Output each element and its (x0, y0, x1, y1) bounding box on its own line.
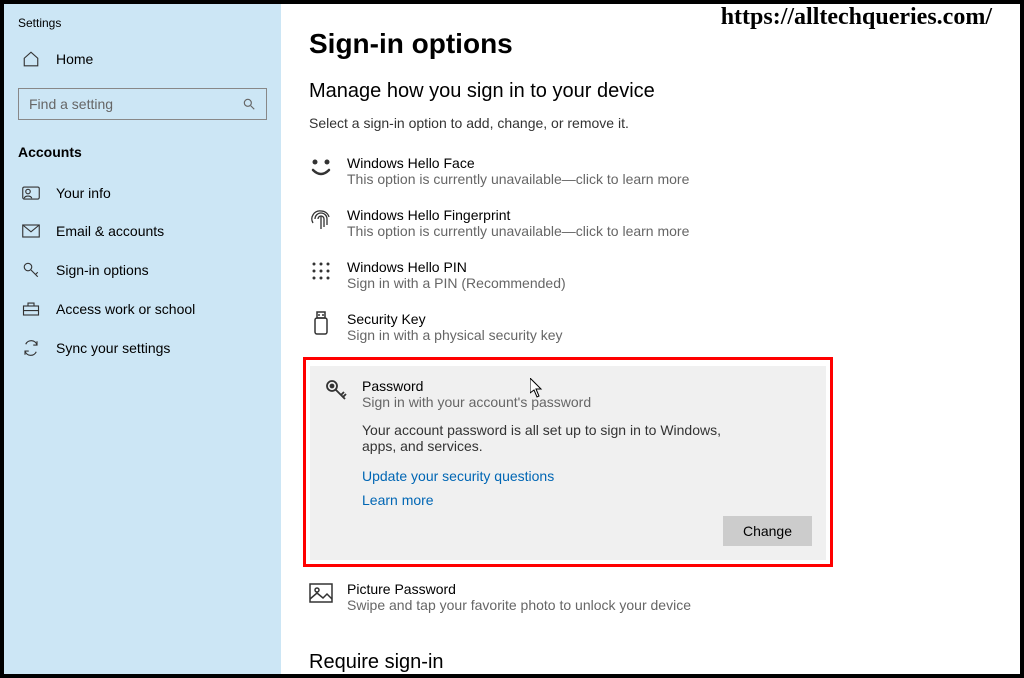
page-title: Sign-in options (309, 28, 992, 60)
option-face[interactable]: Windows Hello Face This option is curren… (309, 149, 992, 201)
picture-icon (309, 581, 333, 605)
highlight-annotation: Password Sign in with your account's pas… (303, 357, 833, 567)
user-icon (22, 186, 40, 200)
fingerprint-icon (309, 207, 333, 231)
option-pin[interactable]: Windows Hello PIN Sign in with a PIN (Re… (309, 253, 992, 305)
password-message: Your account password is all set up to s… (362, 422, 722, 454)
change-button[interactable]: Change (723, 516, 812, 546)
option-desc: This option is currently unavailable—cli… (347, 223, 689, 239)
option-title: Security Key (347, 311, 563, 327)
learn-more-link[interactable]: Learn more (362, 492, 812, 508)
sidebar-item-label: Your info (56, 185, 111, 201)
sidebar: Settings Home Find a setting Accounts Yo… (4, 4, 281, 674)
sidebar-item-your-info[interactable]: Your info (4, 174, 281, 212)
section-heading: Manage how you sign in to your device (309, 80, 992, 103)
sidebar-item-label: Sync your settings (56, 340, 170, 356)
sidebar-item-email[interactable]: Email & accounts (4, 212, 281, 250)
home-icon (22, 50, 40, 68)
cursor-icon (530, 378, 544, 398)
sidebar-item-label: Access work or school (56, 301, 195, 317)
pin-icon (309, 259, 333, 283)
option-fingerprint[interactable]: Windows Hello Fingerprint This option is… (309, 201, 992, 253)
sync-icon (22, 339, 40, 357)
watermark-url: https://alltechqueries.com/ (721, 4, 992, 31)
home-nav[interactable]: Home (4, 40, 281, 78)
update-questions-link[interactable]: Update your security questions (362, 468, 812, 484)
option-title: Picture Password (347, 581, 691, 597)
option-desc: Sign in with a PIN (Recommended) (347, 275, 566, 291)
accounts-header: Accounts (4, 134, 281, 174)
usb-icon (309, 311, 333, 335)
option-password[interactable]: Password Sign in with your account's pas… (324, 378, 812, 416)
sidebar-item-label: Email & accounts (56, 223, 164, 239)
option-title: Password (362, 378, 591, 394)
option-title: Windows Hello Face (347, 155, 689, 171)
key-icon (22, 261, 40, 279)
option-title: Windows Hello PIN (347, 259, 566, 275)
section-subtext: Select a sign-in option to add, change, … (309, 115, 992, 131)
sidebar-item-sync[interactable]: Sync your settings (4, 328, 281, 368)
password-key-icon (324, 378, 348, 402)
sidebar-item-label: Sign-in options (56, 262, 149, 278)
search-icon (242, 97, 256, 111)
face-icon (309, 155, 333, 179)
briefcase-icon (22, 301, 40, 317)
main-content: https://alltechqueries.com/ Sign-in opti… (281, 4, 1020, 674)
mail-icon (22, 224, 40, 238)
option-security-key[interactable]: Security Key Sign in with a physical sec… (309, 305, 992, 357)
search-placeholder: Find a setting (29, 96, 113, 112)
sidebar-item-work-school[interactable]: Access work or school (4, 290, 281, 328)
option-desc: Sign in with your account's password (362, 394, 591, 410)
option-picture-password[interactable]: Picture Password Swipe and tap your favo… (309, 575, 992, 627)
home-label: Home (56, 51, 93, 67)
option-title: Windows Hello Fingerprint (347, 207, 689, 223)
option-password-expanded: Password Sign in with your account's pas… (310, 366, 826, 560)
option-desc: Swipe and tap your favorite photo to unl… (347, 597, 691, 613)
option-desc: Sign in with a physical security key (347, 327, 563, 343)
option-desc: This option is currently unavailable—cli… (347, 171, 689, 187)
sidebar-item-signin[interactable]: Sign-in options (4, 250, 281, 290)
search-input[interactable]: Find a setting (18, 88, 267, 120)
require-signin-heading: Require sign-in (309, 651, 992, 674)
settings-title: Settings (4, 12, 281, 40)
